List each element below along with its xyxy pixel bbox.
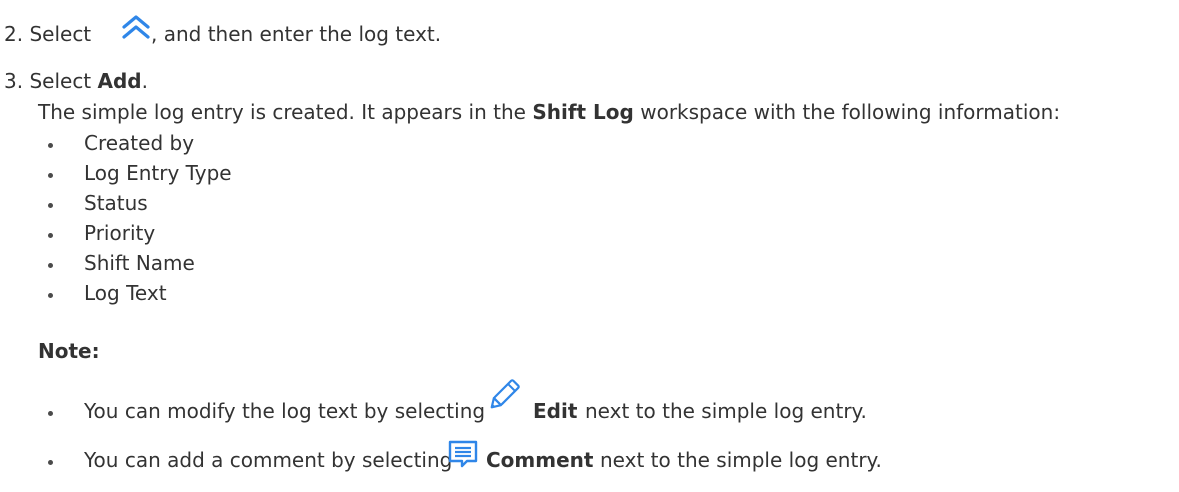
step-text: , and then enter the log text.: [151, 22, 442, 46]
result-text: workspace with the following information…: [640, 100, 1061, 124]
step-3: 3. Select Add.: [4, 67, 148, 95]
bullet-icon: [48, 173, 53, 178]
note-item-edit-end: next to the simple log entry.: [585, 397, 867, 425]
list-item: Log Text: [84, 281, 167, 305]
note-item-comment: You can add a comment by selecting: [84, 446, 452, 474]
bullet-icon: [48, 460, 53, 465]
note-text: You can add a comment by selecting: [84, 448, 453, 472]
note-text: next to the simple log entry.: [585, 399, 867, 423]
result-text: The simple log entry is created. It appe…: [38, 100, 526, 124]
step-punct: .: [141, 69, 148, 93]
double-chevron-up-icon: [121, 14, 151, 45]
bullet-icon: [48, 263, 53, 268]
add-label: Add: [97, 69, 142, 93]
note-heading: Note:: [38, 339, 100, 363]
step-text: Select: [29, 69, 92, 93]
note-item-edit: You can modify the log text by selecting: [84, 397, 485, 425]
bullet-icon: [48, 411, 53, 416]
step-3-result: The simple log entry is created. It appe…: [38, 98, 1060, 126]
note-text: You can modify the log text by selecting: [84, 399, 486, 423]
bullet-icon: [48, 293, 53, 298]
edit-label: Edit: [533, 399, 578, 423]
comment-label: Comment: [486, 448, 594, 472]
list-item: Created by: [84, 131, 195, 155]
note-text: next to the simple log entry.: [600, 448, 882, 472]
step-2-continuation: , and then enter the log text.: [151, 20, 441, 48]
list-item: Status: [84, 191, 148, 215]
note-item-comment-end: next to the simple log entry.: [600, 446, 882, 474]
document-page: { "steps": [ { "number": "2.", "text_bef…: [0, 0, 1179, 492]
step-2: 2. Select: [4, 20, 91, 48]
shift-log-label: Shift Log: [532, 100, 634, 124]
bullet-icon: [48, 203, 53, 208]
list-item: Priority: [84, 221, 156, 245]
list-item: Shift Name: [84, 251, 195, 275]
comment-icon: [447, 439, 479, 474]
step-number: 2.: [4, 22, 24, 46]
pencil-edit-icon: [489, 373, 527, 414]
list-item: Log Entry Type: [84, 161, 232, 185]
bullet-icon: [48, 233, 53, 238]
bullet-icon: [48, 143, 53, 148]
step-text: Select: [29, 22, 92, 46]
step-number: 3.: [4, 69, 24, 93]
